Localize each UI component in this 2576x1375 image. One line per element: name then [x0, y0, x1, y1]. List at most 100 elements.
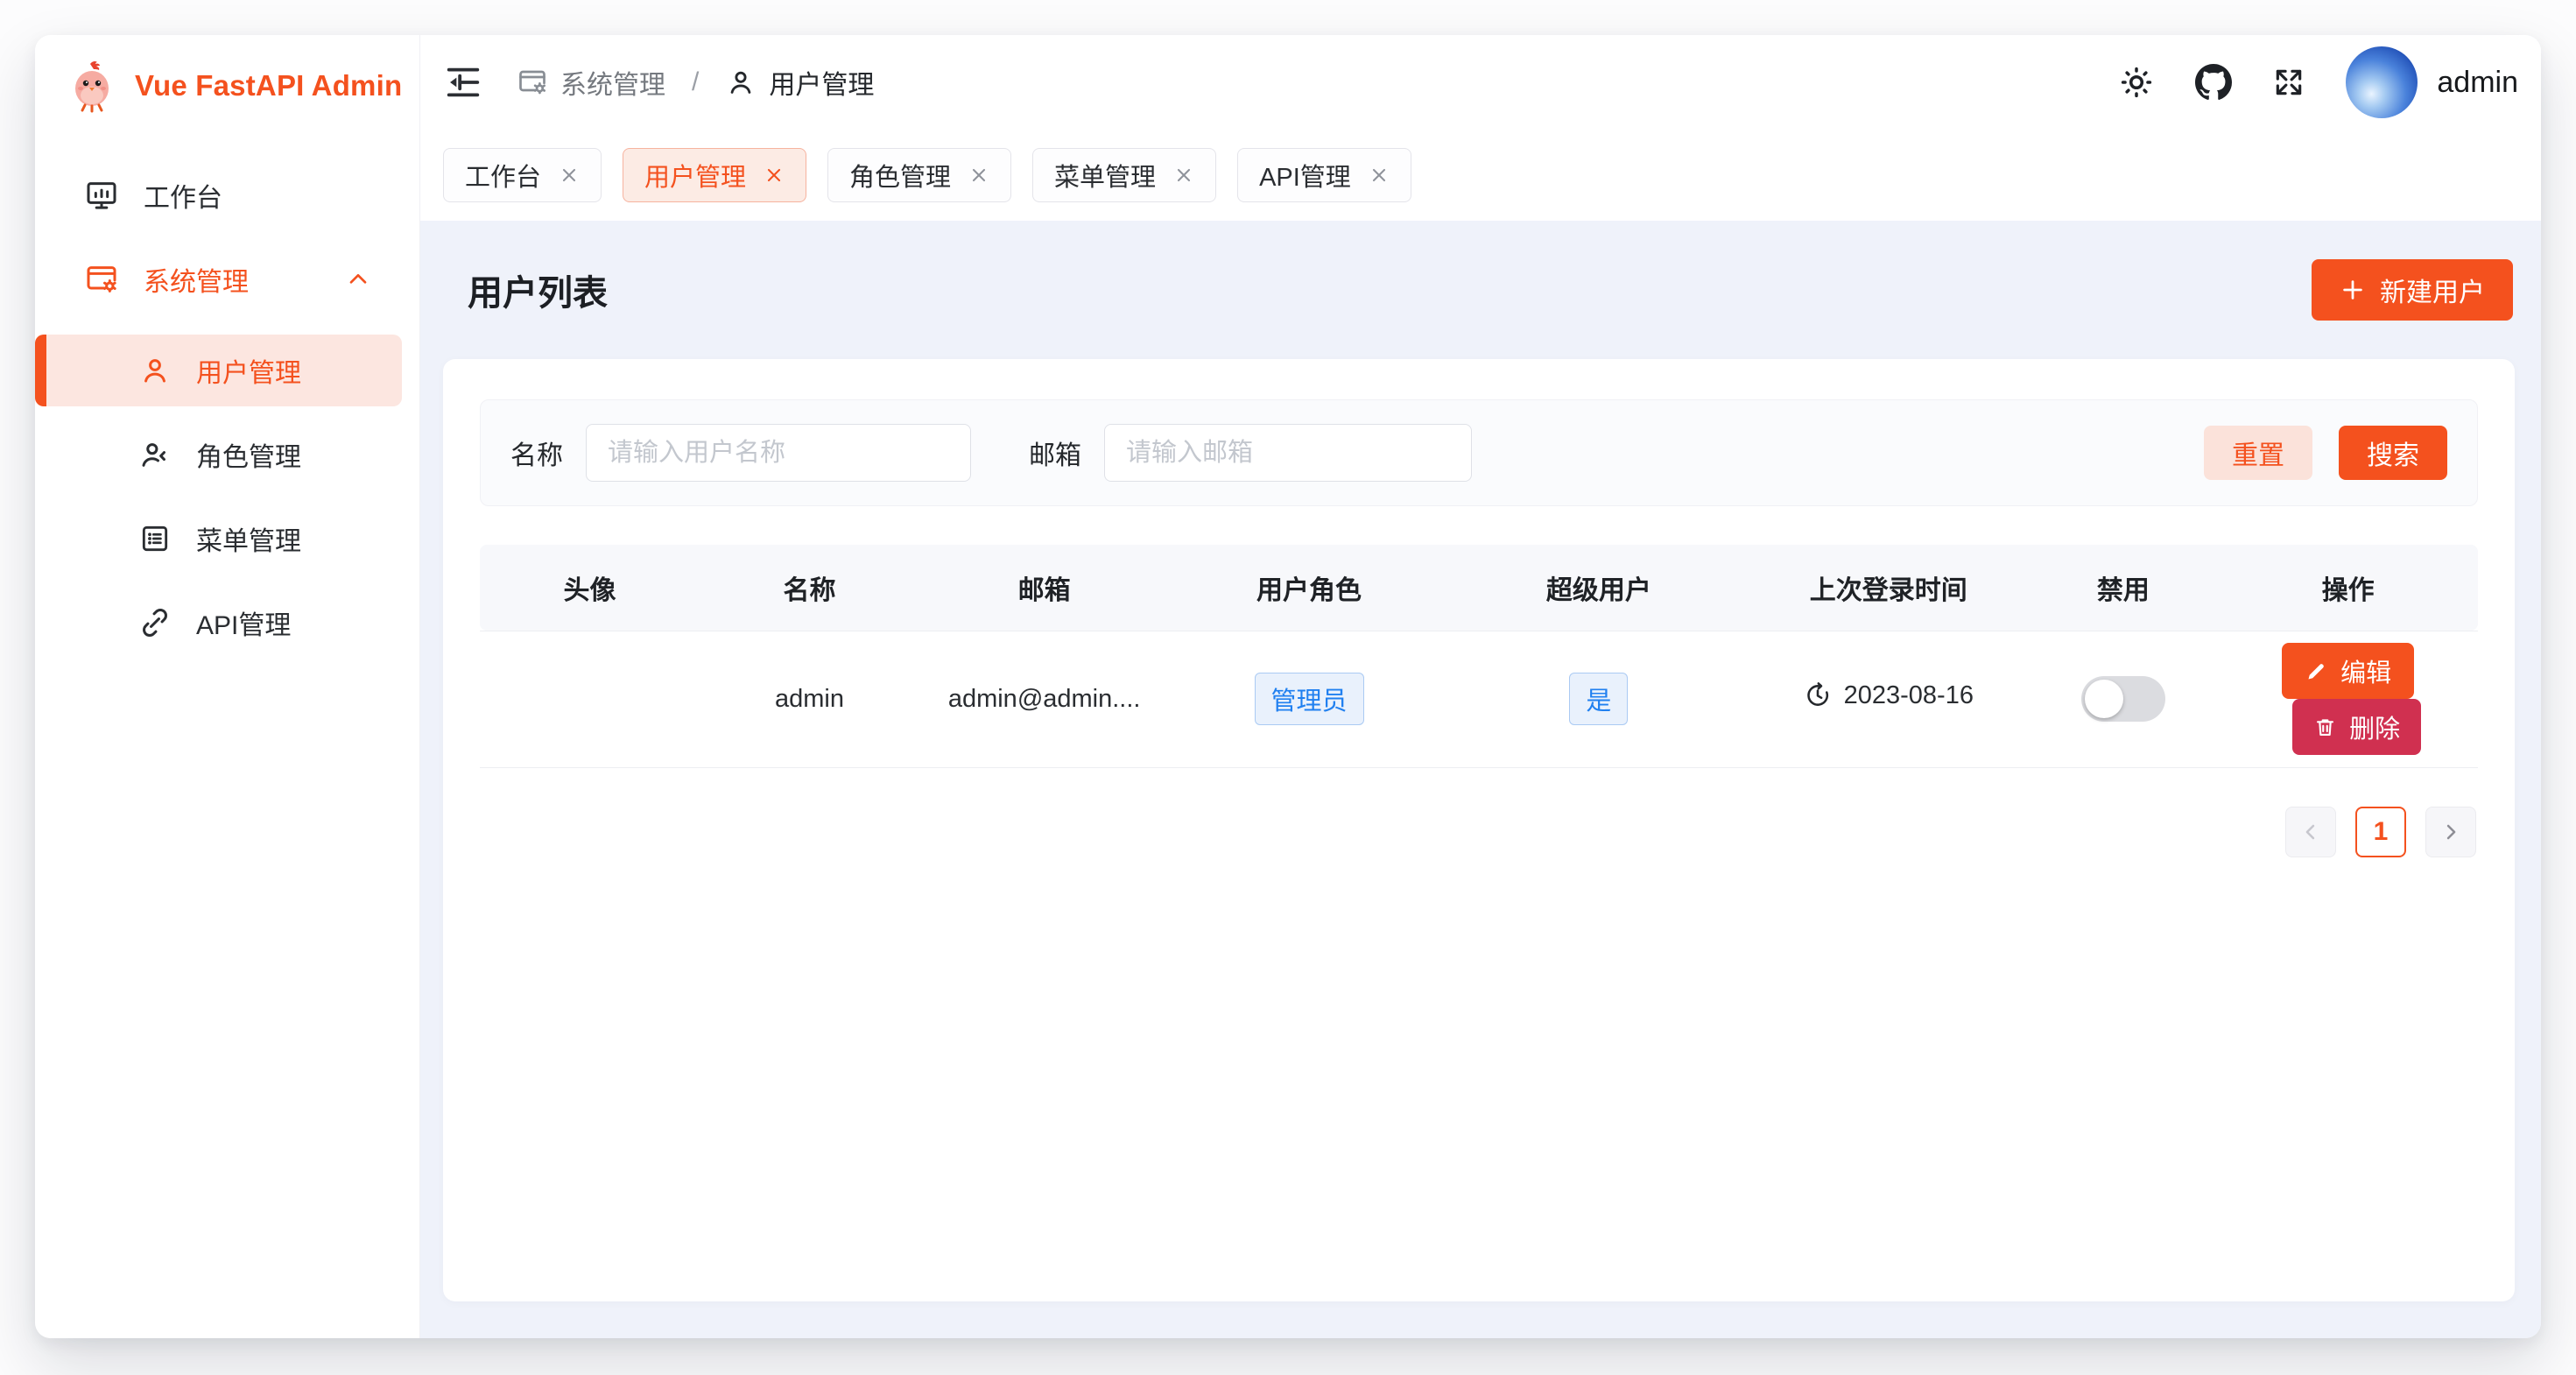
table-header-row: 头像 名称 邮箱 用户角色 超级用户 上次登录时间 禁用 操作 — [480, 545, 2478, 631]
sidebar-item-users[interactable]: 用户管理 — [35, 335, 402, 406]
col-disabled: 禁用 — [2029, 545, 2219, 631]
superuser-tag: 是 — [1569, 673, 1628, 725]
tab-workbench[interactable]: 工作台 — [443, 148, 602, 202]
cell-actions: 编辑 删除 — [2218, 631, 2478, 767]
header-actions: admin — [2118, 46, 2518, 118]
pagination-page-1[interactable]: 1 — [2355, 807, 2406, 857]
col-actions: 操作 — [2218, 545, 2478, 631]
col-email: 邮箱 — [919, 545, 1169, 631]
sidebar-item-workbench[interactable]: 工作台 — [35, 166, 402, 224]
github-icon[interactable] — [2195, 64, 2232, 101]
sidebar-menu: 工作台 系统管理 用户管理 角色管理 菜单管理 API管理 — [35, 137, 419, 671]
col-avatar: 头像 — [480, 545, 700, 631]
plus-icon — [2340, 277, 2366, 303]
pencil-icon — [2305, 659, 2328, 683]
close-icon[interactable] — [968, 165, 989, 186]
avatar — [2346, 46, 2418, 118]
sidebar: Vue FastAPI Admin 工作台 系统管理 用户管理 角色管理 — [35, 35, 420, 1338]
col-last-login: 上次登录时间 — [1749, 545, 2028, 631]
close-icon[interactable] — [1369, 165, 1390, 186]
close-icon[interactable] — [559, 165, 580, 186]
chevron-left-icon — [2298, 820, 2323, 844]
pagination-next-button[interactable] — [2425, 807, 2476, 857]
breadcrumb-item-users[interactable]: 用户管理 — [725, 63, 874, 102]
cell-role: 管理员 — [1169, 631, 1448, 767]
trash-icon — [2313, 716, 2337, 739]
cell-avatar — [480, 631, 700, 767]
pagination: 1 — [480, 807, 2478, 857]
last-login-value: 2023-08-16 — [1844, 681, 1974, 710]
app-logo[interactable]: Vue FastAPI Admin — [35, 35, 419, 137]
theme-sun-icon[interactable] — [2118, 64, 2155, 101]
user-name: admin — [2437, 66, 2518, 100]
toggle-knob — [2085, 680, 2123, 718]
new-user-button-label: 新建用户 — [2380, 271, 2485, 309]
sidebar-item-system[interactable]: 系统管理 — [35, 250, 402, 308]
breadcrumb-item-system[interactable]: 系统管理 — [517, 63, 665, 102]
users-table: 头像 名称 邮箱 用户角色 超级用户 上次登录时间 禁用 操作 — [480, 545, 2478, 768]
app-title: Vue FastAPI Admin — [135, 69, 402, 102]
email-field-label: 邮箱 — [1029, 434, 1081, 472]
disabled-toggle[interactable] — [2081, 676, 2165, 722]
tab-label: 菜单管理 — [1054, 157, 1156, 194]
chevron-right-icon — [2439, 820, 2463, 844]
history-clock-icon — [1804, 681, 1832, 709]
sidebar-item-roles[interactable]: 角色管理 — [35, 419, 402, 490]
close-icon[interactable] — [1173, 165, 1194, 186]
tab-label: 工作台 — [465, 157, 541, 194]
breadcrumb-label: 系统管理 — [560, 63, 665, 102]
users-card: 名称 邮箱 重置 搜索 头像 名称 — [443, 359, 2515, 1301]
edit-button-label: 编辑 — [2340, 652, 2391, 689]
page-content: 用户列表 新建用户 名称 邮箱 重置 搜索 — [420, 221, 2541, 1338]
menu-list-icon — [138, 522, 172, 555]
user-icon — [725, 67, 757, 98]
breadcrumb-separator: / — [692, 67, 699, 97]
page-title: 用户列表 — [468, 264, 608, 315]
role-icon — [138, 438, 172, 471]
name-field-label: 名称 — [510, 434, 563, 472]
new-user-button[interactable]: 新建用户 — [2312, 259, 2513, 321]
tab-roles[interactable]: 角色管理 — [827, 148, 1011, 202]
reset-button[interactable]: 重置 — [2204, 426, 2312, 480]
search-button[interactable]: 搜索 — [2339, 426, 2447, 480]
api-link-icon — [138, 606, 172, 639]
tab-users[interactable]: 用户管理 — [623, 148, 806, 202]
chevron-up-icon — [344, 265, 372, 293]
delete-button-label: 删除 — [2349, 709, 2400, 745]
col-role: 用户角色 — [1169, 545, 1448, 631]
user-menu[interactable]: admin — [2346, 46, 2518, 118]
close-icon[interactable] — [764, 165, 785, 186]
cell-name: admin — [700, 631, 919, 767]
system-settings-icon — [84, 262, 119, 297]
cell-email: admin@admin.... — [919, 631, 1169, 767]
sidebar-item-label: API管理 — [196, 603, 291, 642]
system-settings-icon — [517, 67, 548, 98]
sidebar-item-label: 用户管理 — [196, 351, 301, 390]
delete-button[interactable]: 删除 — [2292, 699, 2421, 755]
edit-button[interactable]: 编辑 — [2282, 643, 2414, 699]
tab-label: 角色管理 — [849, 157, 951, 194]
pagination-prev-button[interactable] — [2285, 807, 2336, 857]
sidebar-item-menus[interactable]: 菜单管理 — [35, 503, 402, 575]
email-input[interactable] — [1104, 424, 1472, 482]
cell-superuser: 是 — [1449, 631, 1749, 767]
app-window: Vue FastAPI Admin 工作台 系统管理 用户管理 角色管理 — [35, 35, 2541, 1338]
name-input[interactable] — [586, 424, 971, 482]
sidebar-item-label: 角色管理 — [196, 435, 301, 474]
tab-menus[interactable]: 菜单管理 — [1032, 148, 1216, 202]
user-icon — [138, 354, 172, 387]
col-superuser: 超级用户 — [1449, 545, 1749, 631]
collapse-sidebar-icon[interactable] — [443, 62, 483, 102]
workbench-icon — [84, 178, 119, 213]
chick-logo-icon — [67, 59, 117, 113]
sidebar-item-api[interactable]: API管理 — [35, 587, 402, 659]
tab-api[interactable]: API管理 — [1237, 148, 1411, 202]
tab-label: API管理 — [1259, 157, 1351, 194]
top-header: 系统管理 / 用户管理 admin — [420, 35, 2541, 130]
sidebar-item-label: 系统管理 — [144, 260, 249, 299]
col-name: 名称 — [700, 545, 919, 631]
table-row: admin admin@admin.... 管理员 是 — [480, 631, 2478, 767]
breadcrumb-label: 用户管理 — [769, 63, 874, 102]
page-title-row: 用户列表 新建用户 — [443, 221, 2515, 359]
fullscreen-icon[interactable] — [2272, 66, 2305, 99]
